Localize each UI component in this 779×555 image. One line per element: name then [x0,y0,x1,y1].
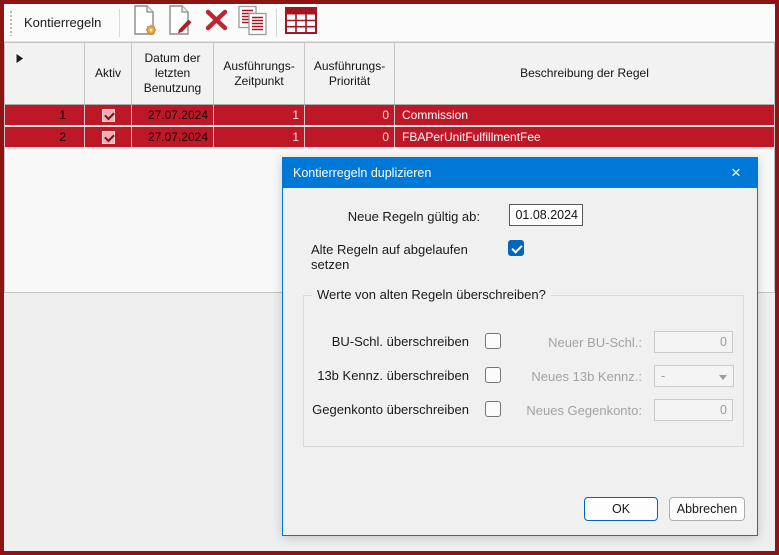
aktiv-cell[interactable] [85,105,132,125]
valid-from-input[interactable] [509,204,583,226]
cancel-button[interactable]: Abbrechen [669,497,745,521]
close-icon: × [731,163,741,182]
column-header-datum[interactable]: Datum der letzten Benutzung [132,43,214,104]
valid-from-label: Neue Regeln gültig ab: [347,209,480,224]
toolbar: Kontierregeln [4,4,775,42]
new-rule-button[interactable] [126,5,162,40]
edit-rule-button[interactable] [162,5,198,40]
delete-icon [205,9,228,36]
edit-document-icon [167,5,194,40]
duplicate-documents-icon [237,5,268,41]
row-number: 2 [5,127,85,147]
kennz13b-value-dropdown: - [654,365,734,387]
kennz13b-value-label: Neues 13b Kennz.: [531,369,642,384]
table-row[interactable]: 1 27.07.2024 1 0 Commission [5,105,774,127]
duplicate-rules-button[interactable] [234,5,270,41]
row-number: 1 [5,105,85,125]
gegenkonto-value-label: Neues Gegenkonto: [526,403,642,418]
table-view-button[interactable] [283,6,319,40]
toolbar-separator [119,8,121,37]
zeitpunkt-cell: 1 [214,105,305,125]
chevron-down-icon [719,375,727,380]
toolbar-title: Kontierregeln [24,15,102,30]
bu-value-input [654,331,733,353]
table-grid-icon [285,6,318,39]
column-header-aktiv[interactable]: Aktiv [85,43,132,104]
column-header-beschreibung[interactable]: Beschreibung der Regel [395,43,774,104]
expire-old-label: Alte Regeln auf abgelaufen setzen [311,242,468,272]
expire-old-checkbox[interactable] [508,240,524,256]
toolbar-separator [276,8,278,37]
checked-checkbox-icon [101,108,115,122]
ok-button[interactable]: OK [584,497,658,521]
gegenkonto-value-input [654,399,733,421]
beschreibung-cell: Commission [402,108,469,122]
dialog-title: Kontierregeln duplizieren [293,166,432,180]
grid-header-row: Aktiv Datum der letzten Benutzung Ausfüh… [5,43,774,105]
duplicate-rules-dialog: Kontierregeln duplizieren × Neue Regeln … [282,157,758,536]
new-document-icon [131,5,158,40]
kennz13b-overwrite-label: 13b Kennz. überschreiben [317,368,469,383]
aktiv-cell[interactable] [85,127,132,147]
column-header-prioritaet[interactable]: Ausführungs-Priorität [305,43,395,104]
bu-overwrite-label: BU-Schl. überschreiben [331,334,469,349]
delete-rule-button[interactable] [198,6,234,40]
datum-cell: 27.07.2024 [132,127,214,147]
column-header-zeitpunkt[interactable]: Ausführungs-Zeitpunkt [214,43,305,104]
prioritaet-cell: 0 [305,127,395,147]
toolbar-grip-handle[interactable] [9,9,14,36]
checked-checkbox-icon [101,130,115,144]
beschreibung-cell: FBAPerUnitFulfillmentFee [402,130,541,144]
zeitpunkt-cell: 1 [214,127,305,147]
dialog-titlebar[interactable]: Kontierregeln duplizieren × [283,158,757,188]
overwrite-group: Werte von alten Regeln überschreiben? BU… [303,287,744,447]
close-button[interactable]: × [715,158,757,188]
bu-value-label: Neuer BU-Schl.: [548,335,642,350]
table-row[interactable]: 2 27.07.2024 1 0 FBAPerUnitFulfillmentFe… [5,52,774,149]
prioritaet-cell: 0 [305,105,395,125]
overwrite-group-legend: Werte von alten Regeln überschreiben? [312,287,551,302]
app-window: Kontierregeln Aktiv Datum der letzten Be… [0,0,779,555]
gegenkonto-overwrite-label: Gegenkonto überschreiben [312,402,469,417]
datum-cell: 27.07.2024 [132,105,214,125]
dropdown-selected-value: - [661,369,666,383]
